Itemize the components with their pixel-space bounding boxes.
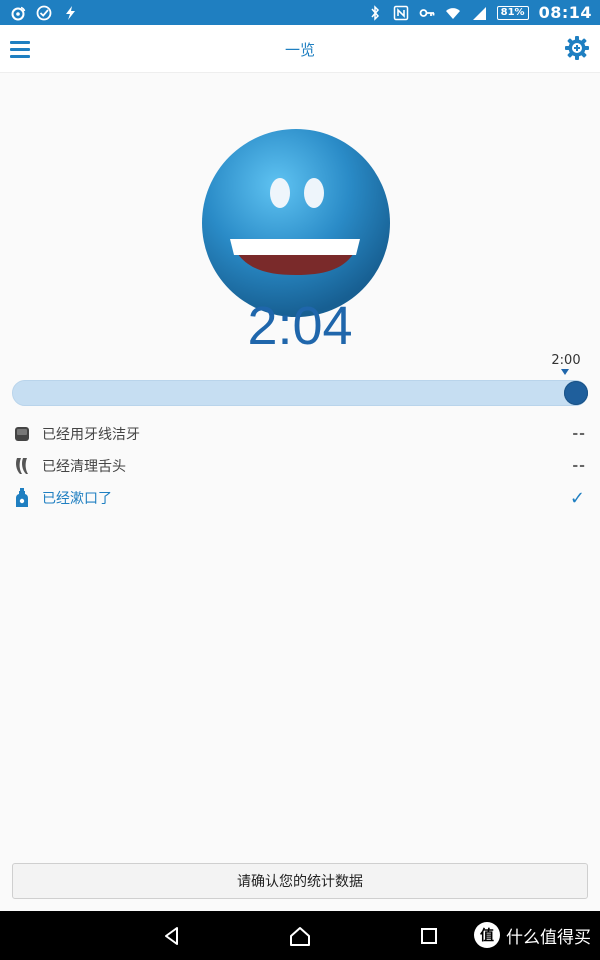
app-bar: 一览 (0, 25, 600, 73)
back-icon[interactable] (161, 925, 183, 947)
checklist-item-tongue[interactable]: 已经清理舌头 -- (0, 450, 600, 482)
recent-apps-icon[interactable] (418, 925, 440, 947)
status-time: 08:14 (538, 3, 592, 22)
checklist-status: -- (572, 458, 586, 474)
home-icon[interactable] (289, 925, 311, 947)
status-right-icons: 81% 08:14 (367, 3, 600, 22)
checklist-label: 已经清理舌头 (42, 459, 126, 475)
bolt-icon (66, 5, 75, 20)
confirm-stats-button[interactable]: 请确认您的统计数据 (12, 863, 588, 899)
key-icon (419, 8, 435, 17)
battery-percent: 81% (500, 6, 525, 18)
floss-icon (14, 425, 30, 443)
progress-fill (13, 381, 587, 405)
tongue-cleaner-icon (14, 457, 30, 475)
checklist-item-mouthwash[interactable]: 已经漱口了 ✓ (0, 482, 600, 514)
settings-gear-icon[interactable] (564, 35, 590, 61)
watermark: 值 什么值得买 (474, 918, 591, 952)
wifi-icon (445, 7, 460, 19)
smiley-face-icon (202, 129, 390, 317)
main-content: 2:04 2:00 已经用牙线洁牙 -- 已经清理舌头 -- 已经漱口了 ✓ 请… (0, 73, 600, 911)
checklist-status: -- (572, 426, 586, 442)
progress-knob[interactable] (564, 381, 588, 405)
brushing-timer: 2:04 (247, 296, 353, 356)
battery-icon: 81% (496, 5, 529, 20)
page-title: 一览 (284, 41, 315, 59)
checklist: 已经用牙线洁牙 -- 已经清理舌头 -- 已经漱口了 ✓ (0, 418, 600, 514)
signal-icon (472, 6, 486, 20)
target-time-marker (561, 369, 569, 375)
checkmark-icon: ✓ (569, 487, 586, 509)
checklist-label: 已经用牙线洁牙 (42, 427, 140, 443)
mouthwash-bottle-icon (14, 488, 30, 507)
bluetooth-icon (371, 4, 379, 21)
brushing-progress-bar (12, 380, 588, 406)
checklist-label: 已经漱口了 (42, 491, 112, 507)
checklist-item-floss[interactable]: 已经用牙线洁牙 -- (0, 418, 600, 450)
watermark-text: 什么值得买 (506, 927, 591, 948)
status-left-icons (0, 5, 78, 21)
weibo-icon (11, 6, 26, 20)
watermark-badge: 值 (474, 922, 500, 948)
nfc-icon (393, 5, 408, 20)
check-circle-icon (36, 5, 52, 20)
target-time-label: 2:00 (551, 353, 581, 368)
status-bar: 81% 08:14 (0, 0, 600, 25)
